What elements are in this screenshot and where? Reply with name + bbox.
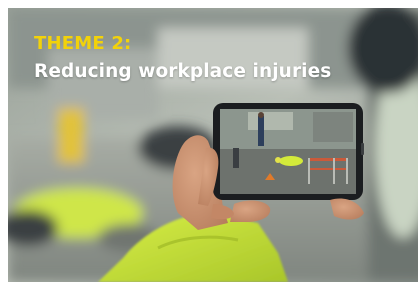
theme-title: Reducing workplace injuries <box>34 61 332 82</box>
theme-card[interactable]: THEME 2: Reducing workplace injuries <box>8 8 418 282</box>
theme-label: THEME 2: <box>34 33 132 54</box>
card-overlay-text: THEME 2: Reducing workplace injuries <box>34 35 331 82</box>
